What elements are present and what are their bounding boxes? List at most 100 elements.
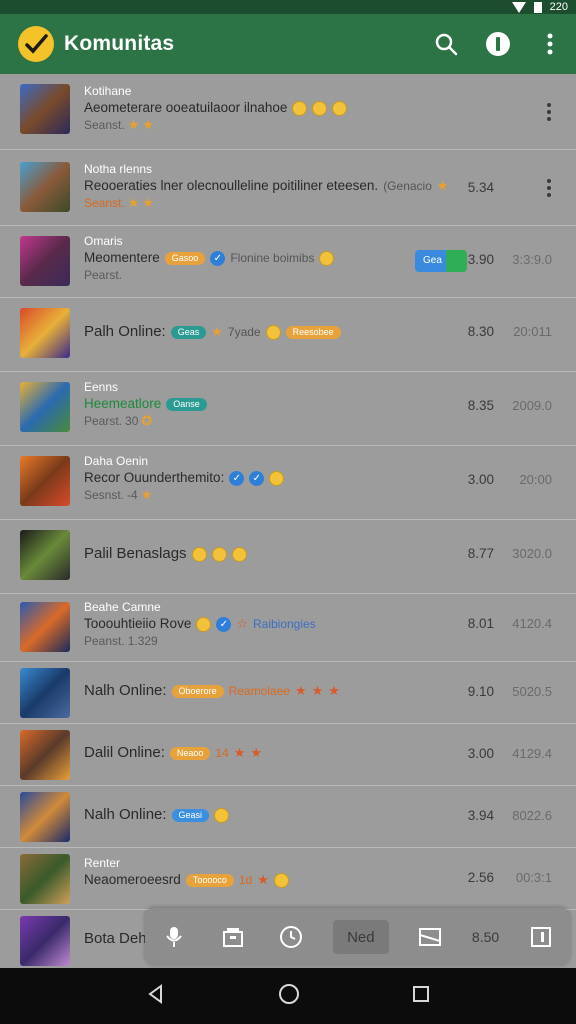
item-title: Notha rlenns: [84, 162, 153, 176]
search-button[interactable]: [432, 30, 460, 58]
notes-icon: [419, 928, 442, 946]
list-item[interactable]: Eenns Heemeatlore Oanse Pearst. 30 ✪ 8.35 2…: [0, 372, 576, 446]
recents-icon: [413, 985, 429, 1002]
item-message: Palh Online: Geas ★ 7yade Reesobee: [84, 323, 446, 341]
subtitle-text: Peanst.: [84, 634, 125, 648]
game-thumbnail: [20, 668, 70, 718]
back-button[interactable]: [146, 983, 166, 1009]
list-item[interactable]: Renter Neaomeroeesrd Tooooco 1d ★ 2.56 00:3…: [0, 848, 576, 910]
list-item[interactable]: Beahe Camne Tooouhtieiio Rove ✓ ☆ Raibiongi…: [0, 594, 576, 662]
item-message: Neaomeroeesrd Tooooco 1d ★: [84, 871, 446, 889]
game-thumbnail: [20, 792, 70, 842]
verified-icon: ✓: [210, 250, 226, 266]
bottom-toolbar: Ned 8.50: [145, 908, 570, 966]
star-icon: ★: [127, 117, 140, 132]
list-item[interactable]: Nalh Online: Oboerore Reamolaee ★ ★ ★ 9.10 50…: [0, 662, 576, 724]
star-icon: ☆: [236, 616, 248, 631]
verified-icon: ✓: [249, 470, 265, 486]
game-thumbnail: [20, 456, 70, 506]
item-date: 4129.4: [512, 746, 552, 761]
history-button[interactable]: [274, 920, 308, 954]
message-text: Heemeatlore: [84, 396, 162, 411]
item-date: 4120.4: [512, 616, 552, 631]
list-item[interactable]: Nalh Online: Geasi 3.94 8022.6: [0, 786, 576, 848]
item-title: Beahe Camne: [84, 600, 161, 614]
emoji-icon: [211, 546, 227, 562]
list-item[interactable]: Daha Oenin Recor Ouunderthemito: ✓ ✓ Sesns…: [0, 446, 576, 520]
item-message: Dalil Online: Neaoo 14 ★ ★: [84, 744, 446, 762]
item-message: Nalh Online: Oboerore Reamolaee ★ ★ ★: [84, 682, 446, 700]
toolbar-badge: 8.50: [471, 929, 500, 945]
status-time: 220: [549, 1, 568, 13]
status-toggle[interactable]: Gea: [415, 250, 467, 272]
back-icon: [148, 983, 162, 1004]
app-logo: [18, 26, 54, 62]
subtitle-text: Sesnst.: [84, 488, 125, 502]
message-text: Nalh Online:: [84, 682, 167, 699]
item-time: 3.90: [467, 252, 494, 267]
game-thumbnail: [20, 382, 70, 432]
list-item[interactable]: Kotihane Aeometerare ooeatuilaoor ilnaho…: [0, 74, 576, 150]
recents-button[interactable]: [412, 985, 430, 1008]
item-title: Renter: [84, 856, 121, 870]
emoji-icon: [196, 616, 212, 632]
emoji-icon: [214, 807, 230, 823]
list-item[interactable]: Palil Benaslags 8.77 3020.0: [0, 520, 576, 594]
list-item[interactable]: Palh Online: Geas ★ 7yade Reesobee 8.30 20:0…: [0, 298, 576, 372]
star-icon: ★: [328, 683, 340, 698]
item-subtitle: Pearst.: [84, 267, 406, 283]
archive-button[interactable]: [216, 920, 250, 954]
mic-button[interactable]: [157, 920, 191, 954]
item-date: 3020.0: [512, 546, 552, 561]
item-date: 00:3:1: [515, 870, 552, 885]
community-list[interactable]: Kotihane Aeometerare ooeatuilaoor ilnaho…: [0, 74, 576, 968]
item-date: 20:00: [519, 472, 552, 487]
star-icon: ★: [257, 872, 269, 887]
list-item[interactable]: Notha rlenns Reooeraties lner olecnoulle…: [0, 150, 576, 226]
list-item[interactable]: Omaris Meomentere Gasoo ✓ Flonine boimibs P…: [0, 226, 576, 298]
message-extra: 7yade: [227, 325, 261, 339]
sidebar-button[interactable]: [524, 920, 558, 954]
battery-icon: [533, 1, 542, 13]
item-date: 20:011: [513, 324, 552, 339]
message-text: Nalh Online:: [84, 806, 167, 823]
message-extra: Raibiongies: [252, 617, 316, 631]
star-icon: ★: [127, 195, 140, 210]
microphone-icon: [166, 927, 183, 947]
subtitle-text: Pearst.: [84, 268, 123, 282]
tag-pill: Neaoo: [169, 746, 211, 760]
item-message: Recor Ouunderthemito: ✓ ✓: [84, 469, 446, 487]
star-icon: ★: [311, 683, 324, 698]
verified-icon: ✓: [216, 616, 232, 632]
item-more-button[interactable]: [546, 176, 552, 200]
message-extra: 1d: [238, 873, 253, 887]
more-options-button[interactable]: [536, 30, 564, 58]
home-icon: [279, 983, 299, 1004]
star-icon: ★: [294, 683, 307, 698]
item-message: Meomentere Gasoo ✓ Flonine boimibs: [84, 249, 406, 267]
info-button[interactable]: [484, 30, 512, 58]
star-icon: ★: [436, 178, 449, 193]
wifi-icon: [511, 1, 526, 13]
item-time: 3.00: [467, 746, 494, 761]
game-thumbnail: [20, 730, 70, 780]
list-item[interactable]: Dalil Online: Neaoo 14 ★ ★ 3.00 4129.4: [0, 724, 576, 786]
message-text: Reooeraties lner olecnoulleline poitilin…: [84, 178, 379, 193]
notes-button[interactable]: [413, 920, 447, 954]
star-icon: ★: [140, 487, 153, 502]
item-date: 8022.6: [512, 808, 552, 823]
emoji-icon: [265, 324, 281, 340]
game-thumbnail: [20, 308, 70, 358]
item-message: Reooeraties lner olecnoulleline poitilin…: [84, 177, 466, 195]
app-bar: Komunitas: [0, 14, 576, 74]
home-button[interactable]: [278, 983, 300, 1010]
item-more-button[interactable]: [546, 100, 552, 124]
message-extra: 14: [215, 746, 229, 760]
item-time: 2.56: [467, 870, 494, 885]
subtitle-extra: -4: [127, 488, 138, 502]
subtitle-text: Seanst.: [84, 196, 125, 210]
tag-pill: Gasoo: [164, 251, 206, 265]
item-date: 2009.0: [512, 398, 552, 413]
toolbar-tab[interactable]: Ned: [332, 920, 389, 954]
item-message: Heemeatlore Oanse: [84, 395, 446, 413]
